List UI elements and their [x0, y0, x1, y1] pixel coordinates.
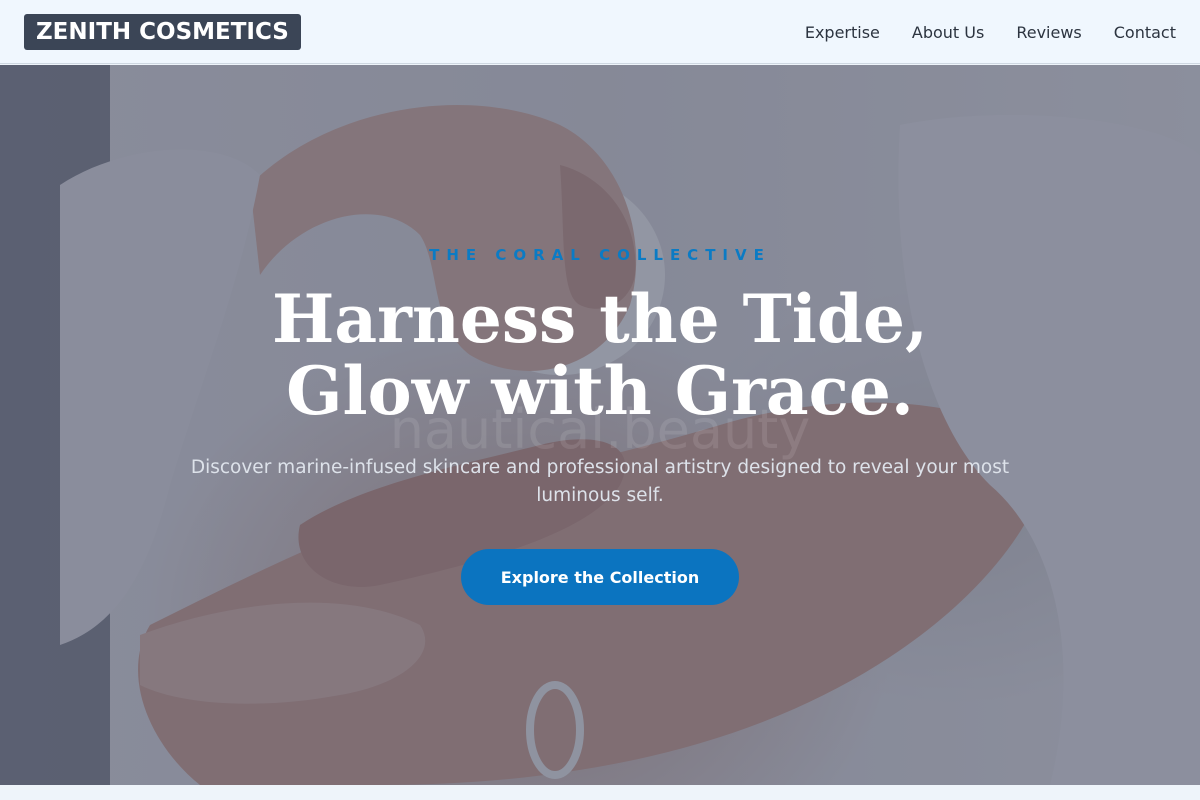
brand-logo[interactable]: ZENITH COSMETICS	[24, 14, 301, 50]
page-bottom-strip	[0, 785, 1200, 800]
site-header: ZENITH COSMETICS Expertise About Us Revi…	[0, 0, 1200, 64]
hero-section: THE CORAL COLLECTIVE nautical.beauty Har…	[0, 65, 1200, 785]
hero-title-line-1: Harness the Tide,	[272, 280, 928, 358]
hero-content: THE CORAL COLLECTIVE nautical.beauty Har…	[0, 65, 1200, 785]
hero-eyebrow: THE CORAL COLLECTIVE	[429, 246, 771, 264]
hero-subtitle: Discover marine-infused skincare and pro…	[190, 457, 1010, 506]
main-nav: Expertise About Us Reviews Contact	[773, 0, 1176, 64]
explore-collection-button[interactable]: Explore the Collection	[461, 549, 739, 605]
nav-link-about-us[interactable]: About Us	[912, 23, 984, 42]
nav-link-expertise[interactable]: Expertise	[805, 23, 880, 42]
nav-link-reviews[interactable]: Reviews	[1016, 23, 1081, 42]
nav-link-contact[interactable]: Contact	[1114, 23, 1176, 42]
hero-title: Harness the Tide, Glow with Grace.	[0, 283, 1200, 427]
hero-title-line-2: Glow with Grace.	[286, 352, 914, 430]
